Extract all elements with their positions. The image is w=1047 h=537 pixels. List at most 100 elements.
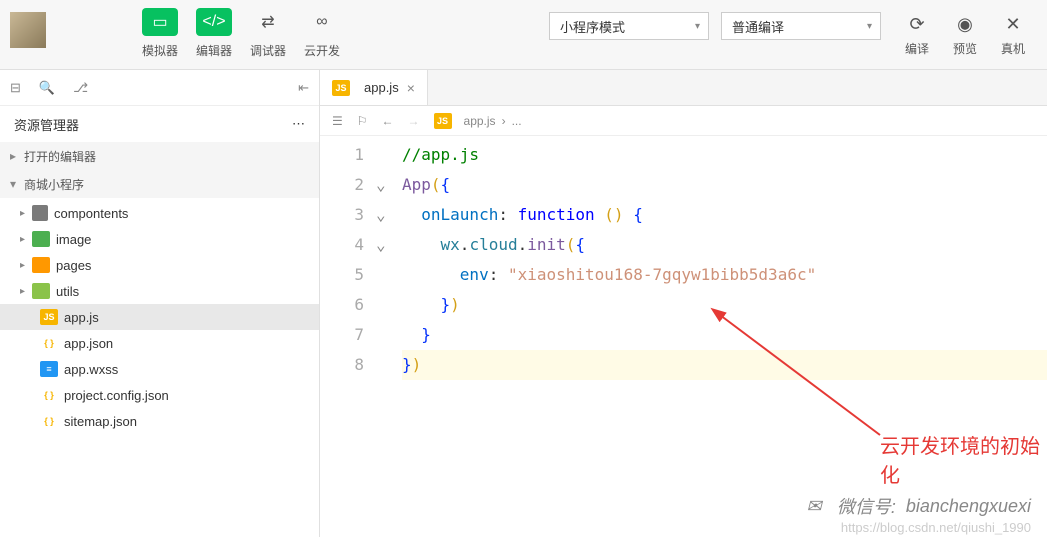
tree-item-utils[interactable]: ▸ utils	[0, 278, 319, 304]
close-icon[interactable]: ×	[407, 80, 415, 96]
mode-dropdown-label: 小程序模式	[560, 17, 625, 36]
editor-label: 编辑器	[196, 42, 232, 59]
watermark-label: 微信号:	[837, 493, 896, 519]
folder-icon	[32, 283, 50, 299]
debugger-button[interactable]: ⇄ 调试器	[244, 8, 292, 59]
code-icon: </>	[196, 8, 232, 36]
cloud-icon: ∞	[304, 8, 340, 36]
chevron-right-icon: ▸	[20, 208, 32, 219]
wechat-icon: ✉	[801, 493, 827, 519]
branch-icon[interactable]: ⎇	[73, 80, 88, 96]
editor-button[interactable]: </> 编辑器	[190, 8, 238, 59]
cloud-button[interactable]: ∞ 云开发	[298, 8, 346, 59]
device-button[interactable]: ✕ 真机	[989, 8, 1037, 57]
file-icon: { }	[40, 335, 58, 351]
code-area[interactable]: 12345678 ⌄⌄⌄ //app.js App({ onLaunch: fu…	[320, 136, 1047, 380]
code-prop: env	[460, 265, 489, 284]
tree-item-label: pages	[56, 258, 91, 273]
project-name-label: 商城小程序	[24, 176, 84, 193]
phone-icon: ▭	[142, 8, 178, 36]
chevron-right-icon: ▸	[10, 149, 24, 163]
top-toolbar: ▭ 模拟器 </> 编辑器 ⇄ 调试器 ∞ 云开发 小程序模式 普通编译 ⟳ 编…	[0, 0, 1047, 70]
breadcrumb-file: app.js	[464, 114, 496, 128]
chevron-right-icon: ▸	[20, 260, 32, 271]
tool-group-left: ▭ 模拟器 </> 编辑器 ⇄ 调试器 ∞ 云开发	[136, 8, 346, 59]
js-icon: JS	[434, 113, 452, 129]
code-obj: wx	[441, 235, 460, 254]
tree-item-project-config-json[interactable]: { }project.config.json	[0, 382, 319, 408]
list-icon[interactable]: ⊟	[10, 80, 21, 96]
preview-button[interactable]: ◉ 预览	[941, 8, 989, 57]
preview-label: 预览	[953, 40, 977, 57]
watermark: ✉ 微信号: bianchengxuexi	[801, 493, 1031, 519]
simulator-button[interactable]: ▭ 模拟器	[136, 8, 184, 59]
main-area: ⊟ 🔍 ⎇ ⇤ 资源管理器 ⋯ ▸ 打开的编辑器 ▾ 商城小程序 ▸ compon…	[0, 70, 1047, 537]
back-icon[interactable]: ←	[382, 114, 394, 128]
mode-dropdown[interactable]: 小程序模式	[549, 12, 709, 40]
open-editors-section[interactable]: ▸ 打开的编辑器	[0, 142, 319, 170]
breadcrumb-more: ...	[512, 114, 522, 128]
tree-item-app-js[interactable]: JSapp.js	[0, 304, 319, 330]
tree-item-label: utils	[56, 284, 79, 299]
tree-item-image[interactable]: ▸image	[0, 226, 319, 252]
code-func: App	[402, 175, 431, 194]
chevron-down-icon: ▾	[10, 177, 24, 191]
file-icon: { }	[40, 387, 58, 403]
tree-item-label: app.json	[64, 336, 113, 351]
sidebar-iconbar: ⊟ 🔍 ⎇ ⇤	[0, 70, 319, 106]
editor-pane: JS app.js × ☰ ⚐ ← → JS app.js › ... 1234…	[320, 70, 1047, 537]
tree-item-app-json[interactable]: { } app.json	[0, 330, 319, 356]
forward-icon[interactable]: →	[408, 114, 420, 128]
compile-button[interactable]: ⟳ 编译	[893, 8, 941, 57]
tab-appjs[interactable]: JS app.js ×	[320, 70, 428, 105]
sidebar-header: 资源管理器 ⋯	[0, 106, 319, 142]
compile-dropdown-label: 普通编译	[732, 17, 784, 36]
fold-column: ⌄⌄⌄	[376, 140, 402, 380]
editor-tabs: JS app.js ×	[320, 70, 1047, 106]
chevron-right-icon: ▸	[20, 286, 32, 297]
annotation-arrow	[700, 305, 900, 445]
tab-label: app.js	[364, 80, 399, 95]
code-keyword: function	[518, 205, 595, 224]
js-icon: JS	[332, 80, 350, 96]
open-editors-label: 打开的编辑器	[24, 148, 96, 165]
breadcrumb-sep: ›	[502, 114, 506, 128]
tree-item-app-wxss[interactable]: ≡app.wxss	[0, 356, 319, 382]
tree-item-label: sitemap.json	[64, 414, 137, 429]
tree-item-pages[interactable]: ▸ pages	[0, 252, 319, 278]
list-icon[interactable]: ☰	[332, 114, 343, 128]
tree-item-label: compontents	[54, 206, 128, 221]
tree-item-label: image	[56, 232, 91, 247]
debugger-icon: ⇄	[250, 8, 286, 36]
code-method: init	[527, 235, 566, 254]
compile-dropdown[interactable]: 普通编译	[721, 12, 881, 40]
cloud-label: 云开发	[304, 42, 340, 59]
simulator-label: 模拟器	[142, 42, 178, 59]
watermark-sub: https://blog.csdn.net/qiushi_1990	[841, 520, 1031, 535]
tree-item-compontents[interactable]: ▸ compontents	[0, 200, 319, 226]
eye-icon: ◉	[957, 8, 973, 40]
file-tree: ▸compontents▸image▸pages▸utilsJSapp.js{ …	[0, 198, 319, 436]
tree-item-label: app.wxss	[64, 362, 118, 377]
file-icon: { }	[40, 413, 58, 429]
bookmark-icon[interactable]: ⚐	[357, 114, 368, 128]
right-tools: ⟳ 编译 ◉ 预览 ✕ 真机	[893, 8, 1037, 57]
code-comment: //app.js	[402, 145, 479, 164]
avatar[interactable]	[10, 12, 46, 48]
watermark-value: bianchengxuexi	[906, 496, 1031, 517]
tree-item-label: app.js	[64, 310, 99, 325]
line-gutter: 12345678	[320, 140, 376, 380]
breadcrumb-item[interactable]: JS app.js › ...	[434, 113, 522, 129]
refresh-icon: ⟳	[909, 8, 924, 40]
more-icon[interactable]: ⋯	[292, 116, 305, 132]
collapse-icon[interactable]: ⇤	[298, 80, 309, 96]
project-section[interactable]: ▾ 商城小程序	[0, 170, 319, 198]
search-icon[interactable]: 🔍	[39, 80, 55, 96]
sidebar-title: 资源管理器	[14, 115, 79, 134]
tree-item-sitemap-json[interactable]: { } sitemap.json	[0, 408, 319, 434]
sidebar: ⊟ 🔍 ⎇ ⇤ 资源管理器 ⋯ ▸ 打开的编辑器 ▾ 商城小程序 ▸ compon…	[0, 70, 320, 537]
code-obj: cloud	[469, 235, 517, 254]
device-label: 真机	[1001, 40, 1025, 57]
code-prop: onLaunch	[421, 205, 498, 224]
debugger-label: 调试器	[250, 42, 286, 59]
